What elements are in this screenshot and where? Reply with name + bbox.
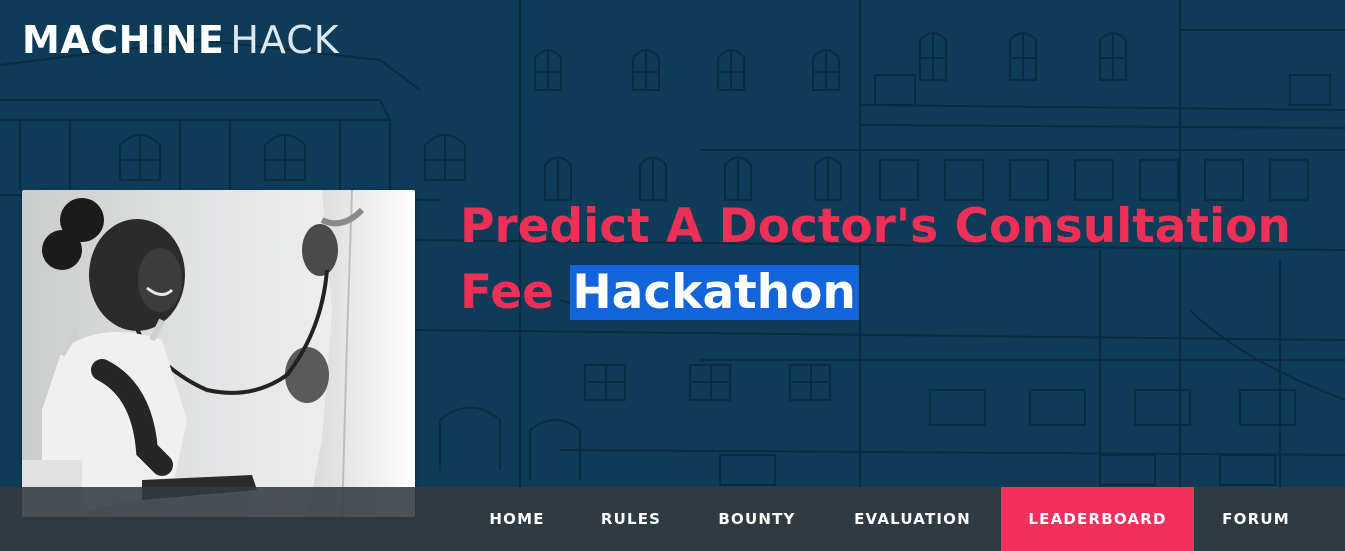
nav-bounty[interactable]: BOUNTY <box>702 487 812 551</box>
title-line-2: Fee Hackathon <box>460 260 1320 326</box>
nav-home[interactable]: HOME <box>474 487 560 551</box>
doctor-examining-child-photo <box>22 190 415 517</box>
nav-forum[interactable]: FORUM <box>1210 487 1302 551</box>
title-highlighted-word: Hackathon <box>570 265 859 320</box>
nav-leaderboard[interactable]: LEADERBOARD <box>1001 487 1194 551</box>
hackathon-image <box>22 190 415 517</box>
hackathon-hero: MACHINE HACK Predict A Doctor's Consulta… <box>0 0 1345 551</box>
title-line-2-prefix: Fee <box>460 265 571 320</box>
title-line-1: Predict A Doctor's Consultation <box>460 199 1291 254</box>
machinehack-logo[interactable]: MACHINE HACK <box>22 18 340 62</box>
logo-machine-text: MACHINE <box>22 18 225 62</box>
hackathon-title: Predict A Doctor's Consultation Fee Hack… <box>460 194 1320 326</box>
logo-hack-text: HACK <box>230 18 340 62</box>
nav-evaluation[interactable]: EVALUATION <box>840 487 985 551</box>
nav-rules[interactable]: RULES <box>590 487 672 551</box>
